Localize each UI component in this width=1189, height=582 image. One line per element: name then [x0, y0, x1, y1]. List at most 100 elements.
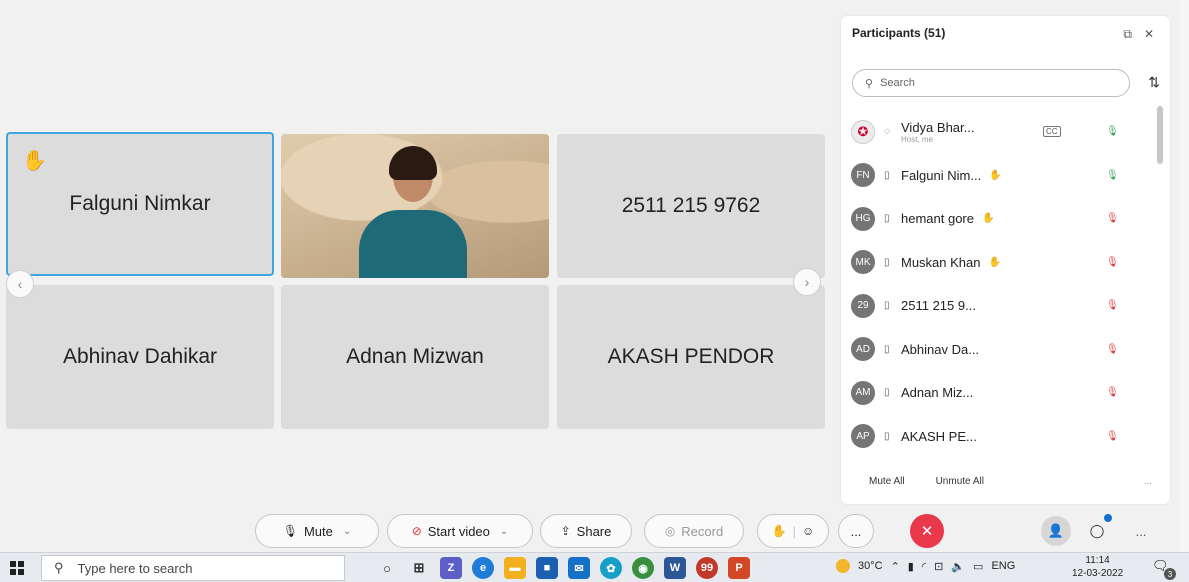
participant-row[interactable]: 29 ▯ 2511 215 9... 🎙	[851, 284, 1151, 328]
chevron-up-icon[interactable]: ⌃	[891, 560, 900, 573]
share-icon: ⇪	[560, 524, 571, 538]
emoji-icon[interactable]: ☺	[802, 524, 814, 538]
search-icon: ⚲	[54, 560, 64, 575]
reactions-button[interactable]: ✋ | ☺	[757, 514, 829, 548]
powerpoint-icon[interactable]: P	[728, 557, 750, 579]
mic-muted-icon[interactable]: 🎙	[1106, 431, 1119, 442]
notification-center-button[interactable]: 🗨 3	[1152, 558, 1176, 580]
participant-row[interactable]: ✪ ◌ Vidya Bhar... Host, me CC 🎙	[851, 110, 1151, 154]
task-view-icon[interactable]: ⊞	[408, 557, 430, 579]
keyboard-icon[interactable]: ▭	[973, 560, 983, 573]
raised-hand-icon: ✋	[22, 150, 47, 172]
network-icon[interactable]: ⊡	[934, 560, 943, 573]
participant-row[interactable]: HG ▯ hemant gore ✋ 🎙	[851, 197, 1151, 241]
chevron-down-icon[interactable]: ⌄	[500, 526, 508, 537]
sort-icon[interactable]: ⇅	[1148, 74, 1160, 91]
webex-icon[interactable]: ✿	[600, 557, 622, 579]
whatsapp-icon[interactable]: 99	[696, 557, 718, 579]
previous-page-button[interactable]: ‹	[6, 270, 34, 298]
raised-hand-icon: ✋	[989, 169, 1002, 181]
participant-row[interactable]: AM ▯ Adnan Miz... 🎙	[851, 371, 1151, 415]
share-button[interactable]: ⇪ Share	[540, 514, 632, 548]
word-icon[interactable]: W	[664, 557, 686, 579]
participant-video-person	[359, 146, 467, 278]
video-tile-adnan[interactable]: Adnan Mizwan	[281, 285, 549, 429]
panel-more-button[interactable]: ...	[1144, 476, 1152, 487]
video-grid: ✋ Falguni Nimkar 2511 215 9762 Abhinav D…	[6, 132, 828, 432]
windows-start-icon[interactable]	[10, 561, 24, 575]
participant-row[interactable]: AP ▯ AKASH PE... 🎙	[851, 415, 1151, 459]
video-tile-live[interactable]	[281, 134, 549, 278]
cortana-icon[interactable]: ○	[376, 557, 398, 579]
store-icon[interactable]: ■	[536, 557, 558, 579]
participants-button[interactable]: 👤	[1041, 516, 1071, 546]
notification-count: 3	[1164, 568, 1176, 580]
mic-muted-icon[interactable]: 🎙	[1106, 387, 1119, 398]
language-indicator[interactable]: ENG	[991, 560, 1015, 572]
clock-time: 11:14	[1085, 555, 1110, 566]
video-tile-akash[interactable]: AKASH PENDOR	[557, 285, 825, 429]
chat-button[interactable]: ◯	[1082, 514, 1112, 546]
share-label: Share	[576, 523, 612, 539]
avatar: AD	[851, 337, 875, 362]
start-video-label: Start video	[427, 523, 490, 539]
participant-list-scrollbar[interactable]	[1157, 106, 1163, 164]
mic-muted-icon[interactable]: 🎙	[1106, 300, 1119, 311]
mute-label: Mute	[303, 523, 333, 539]
participant-name: Abhinav Da...	[901, 341, 980, 357]
mic-muted-icon[interactable]: 🎙	[1106, 257, 1119, 268]
wifi-icon[interactable]: ◜	[922, 560, 926, 573]
device-icon: ◌	[884, 126, 890, 138]
temperature[interactable]: 30°C	[858, 560, 883, 572]
weather-icon[interactable]	[836, 559, 850, 573]
zoom-app-icon[interactable]: Z	[440, 557, 462, 579]
chrome-icon[interactable]: ◉	[632, 557, 654, 579]
tile-name: Abhinav Dahikar	[62, 345, 218, 368]
mic-muted-icon[interactable]: 🎙	[1106, 213, 1119, 224]
window-scrollbar[interactable]	[1180, 0, 1189, 552]
battery-icon[interactable]: ▮	[908, 560, 914, 573]
participant-row[interactable]: MK ▯ Muskan Khan ✋ 🎙	[851, 241, 1151, 285]
mic-on-icon[interactable]: 🎙	[1106, 126, 1119, 137]
video-tile-falguni[interactable]: ✋ Falguni Nimkar	[6, 132, 274, 276]
mute-button[interactable]: 🎙 Mute ⌄	[255, 514, 379, 548]
taskbar-search-input[interactable]: ⚲ Type here to search	[41, 555, 345, 581]
raise-hand-icon[interactable]: ✋	[772, 524, 787, 538]
mail-icon[interactable]: ✉	[568, 557, 590, 579]
record-button[interactable]: ◎ Record	[644, 514, 744, 548]
device-icon: ▯	[884, 430, 890, 442]
participant-search-input[interactable]: ⚲ Search	[852, 69, 1130, 97]
next-page-button[interactable]: ›	[793, 268, 821, 296]
mic-on-icon[interactable]: 🎙	[1106, 170, 1119, 181]
volume-icon[interactable]: 🔈	[951, 560, 965, 573]
captions-icon: CC	[1043, 126, 1061, 138]
participant-row[interactable]: AD ▯ Abhinav Da... 🎙	[851, 328, 1151, 372]
more-panels-button[interactable]: ...	[1126, 516, 1156, 546]
record-icon: ◎	[664, 524, 676, 538]
file-explorer-icon[interactable]: ▬	[504, 557, 526, 579]
participant-name: Adnan Miz...	[901, 385, 974, 401]
taskbar-clock[interactable]: 11:14 12-03-2022	[1072, 554, 1123, 580]
more-options-button[interactable]: ...	[838, 514, 874, 548]
start-video-button[interactable]: ⊘ Start video ⌄	[387, 514, 533, 548]
close-icon[interactable]: ✕	[1144, 27, 1154, 42]
participant-row[interactable]: FN ▯ Falguni Nim... ✋ 🎙	[851, 154, 1151, 198]
participant-name: AKASH PE...	[901, 428, 977, 444]
popout-icon[interactable]: ⧉	[1123, 27, 1132, 42]
leave-meeting-button[interactable]: ✕	[910, 514, 944, 548]
avatar: ✪	[851, 119, 875, 144]
device-icon: ▯	[884, 343, 890, 355]
chevron-down-icon[interactable]: ⌄	[343, 526, 351, 537]
video-tile-abhinav[interactable]: Abhinav Dahikar	[6, 285, 274, 429]
system-tray: 30°C ⌃ ▮ ◜ ⊡ 🔈 ▭ ENG	[836, 559, 1015, 573]
participant-name: Muskan Khan	[901, 254, 981, 270]
unmute-all-button[interactable]: Unmute All	[936, 476, 984, 487]
meeting-window: ✋ Falguni Nimkar 2511 215 9762 Abhinav D…	[0, 0, 1189, 582]
video-tile-phone[interactable]: 2511 215 9762	[557, 134, 825, 278]
mute-all-button[interactable]: Mute All	[869, 476, 905, 487]
mic-muted-icon[interactable]: 🎙	[1106, 344, 1119, 355]
edge-icon[interactable]: e	[472, 557, 494, 579]
chat-icon: ◯	[1089, 523, 1105, 538]
participant-name: 2511 215 9...	[901, 298, 976, 314]
avatar: AP	[851, 424, 875, 449]
